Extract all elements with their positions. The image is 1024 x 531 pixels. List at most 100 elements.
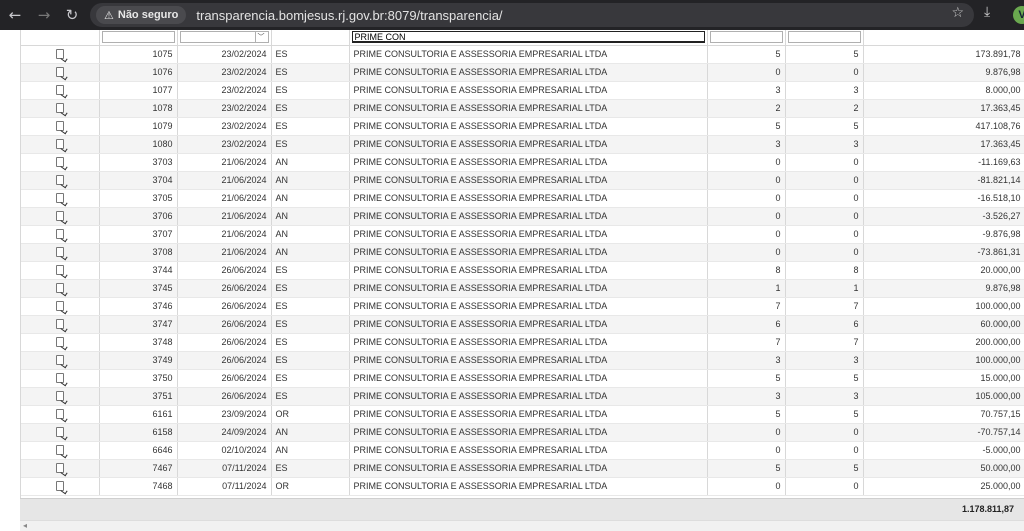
table-row[interactable]: 3746 26/06/2024 ES PRIME CONSULTORIA E ASSE…: [21, 297, 1024, 316]
table-row[interactable]: 3703 21/06/2024 AN PRIME CONSULTORIA E ASSE…: [21, 153, 1024, 172]
table-row[interactable]: 3705 21/06/2024 AN PRIME CONSULTORIA E ASSE…: [21, 189, 1024, 208]
bookmark-star-icon[interactable]: ☆: [951, 5, 964, 21]
document-edit-icon[interactable]: [55, 85, 64, 96]
table-row[interactable]: 1076 23/02/2024 ES PRIME CONSULTORIA E ASSE…: [21, 63, 1024, 82]
table-row[interactable]: 3744 26/06/2024 ES PRIME CONSULTORIA E ASSE…: [21, 261, 1024, 280]
table-row[interactable]: 1078 23/02/2024 ES PRIME CONSULTORIA E ASSE…: [21, 99, 1024, 118]
table-row[interactable]: 3748 26/06/2024 ES PRIME CONSULTORIA E ASSE…: [21, 333, 1024, 352]
table-row[interactable]: 3707 21/06/2024 AN PRIME CONSULTORIA E ASSE…: [21, 225, 1024, 244]
row-name: PRIME CONSULTORIA E ASSESSORIA EMPRESARI…: [349, 153, 708, 172]
document-edit-icon[interactable]: [55, 337, 64, 348]
document-edit-icon[interactable]: [55, 283, 64, 294]
row-id: 3747: [99, 315, 178, 334]
url-text[interactable]: transparencia.bomjesus.rj.gov.br:8079/tr…: [196, 8, 502, 23]
address-bar[interactable]: ⚠ Não seguro transparencia.bomjesus.rj.g…: [90, 3, 974, 27]
filter-id-input[interactable]: [101, 31, 175, 44]
document-edit-icon[interactable]: [55, 481, 64, 492]
row-id: 3751: [99, 387, 178, 406]
table-row[interactable]: 3749 26/06/2024 ES PRIME CONSULTORIA E ASSE…: [21, 351, 1024, 370]
row-b: 0: [785, 477, 864, 496]
table-row[interactable]: 1079 23/02/2024 ES PRIME CONSULTORIA E ASSE…: [21, 117, 1024, 136]
filter-a-input[interactable]: [709, 31, 783, 44]
row-a: 7: [707, 297, 786, 316]
table-row[interactable]: 3706 21/06/2024 AN PRIME CONSULTORIA E ASSE…: [21, 207, 1024, 226]
security-indicator[interactable]: ⚠ Não seguro: [96, 6, 187, 24]
row-date: 07/11/2024: [177, 477, 272, 496]
table-row[interactable]: 6158 24/09/2024 AN PRIME CONSULTORIA E ASSE…: [21, 423, 1024, 442]
document-edit-icon[interactable]: [55, 157, 64, 168]
table-row[interactable]: 3750 26/06/2024 ES PRIME CONSULTORIA E ASSE…: [21, 369, 1024, 388]
table-row[interactable]: 3704 21/06/2024 AN PRIME CONSULTORIA E ASSE…: [21, 171, 1024, 190]
table-row[interactable]: 1075 23/02/2024 ES PRIME CONSULTORIA E ASSE…: [21, 45, 1024, 64]
document-edit-icon[interactable]: [55, 355, 64, 366]
row-value: -11.169,63: [863, 153, 1024, 172]
row-date: 23/02/2024: [177, 99, 272, 118]
filter-cell-id: [99, 30, 178, 46]
table-row[interactable]: 3747 26/06/2024 ES PRIME CONSULTORIA E ASSE…: [21, 315, 1024, 334]
document-edit-icon[interactable]: [55, 211, 64, 222]
document-edit-icon[interactable]: [55, 445, 64, 456]
table-row[interactable]: 6646 02/10/2024 AN PRIME CONSULTORIA E ASSE…: [21, 441, 1024, 460]
table-row[interactable]: 7467 07/11/2024 ES PRIME CONSULTORIA E ASSE…: [21, 459, 1024, 478]
row-a: 3: [707, 387, 786, 406]
row-value: -16.518,10: [863, 189, 1024, 208]
table-row[interactable]: 3751 26/06/2024 ES PRIME CONSULTORIA E ASSE…: [21, 387, 1024, 406]
table-row[interactable]: 6161 23/09/2024 OR PRIME CONSULTORIA E ASSE…: [21, 405, 1024, 424]
filter-b-input[interactable]: [787, 31, 861, 44]
row-b: 6: [785, 315, 864, 334]
row-type: AN: [271, 243, 350, 262]
table-row[interactable]: 3745 26/06/2024 ES PRIME CONSULTORIA E ASSE…: [21, 279, 1024, 298]
row-b: 3: [785, 351, 864, 370]
document-edit-icon[interactable]: [55, 139, 64, 150]
document-edit-icon[interactable]: [55, 373, 64, 384]
back-arrow-icon[interactable]: ←: [4, 4, 26, 26]
horizontal-scrollbar[interactable]: ◂: [20, 520, 1024, 531]
filter-date-select[interactable]: ﹀: [179, 31, 269, 44]
table-row[interactable]: 7468 07/11/2024 OR PRIME CONSULTORIA E ASSE…: [21, 477, 1024, 496]
filter-cell-icon: [21, 30, 100, 46]
row-b: 0: [785, 153, 864, 172]
document-edit-icon[interactable]: [55, 265, 64, 276]
row-type: OR: [271, 477, 350, 496]
document-edit-icon[interactable]: [55, 121, 64, 132]
document-edit-icon[interactable]: [55, 301, 64, 312]
row-type: AN: [271, 441, 350, 460]
row-date: 26/06/2024: [177, 351, 272, 370]
row-b: 0: [785, 423, 864, 442]
document-edit-icon[interactable]: [55, 391, 64, 402]
row-a: 3: [707, 135, 786, 154]
download-icon[interactable]: ⤓: [984, 4, 990, 20]
document-edit-icon[interactable]: [55, 409, 64, 420]
row-a: 0: [707, 477, 786, 496]
row-a: 0: [707, 423, 786, 442]
table-row[interactable]: 1077 23/02/2024 ES PRIME CONSULTORIA E ASSE…: [21, 81, 1024, 100]
document-edit-icon[interactable]: [55, 103, 64, 114]
document-edit-icon[interactable]: [55, 49, 64, 60]
document-edit-icon[interactable]: [55, 67, 64, 78]
row-name: PRIME CONSULTORIA E ASSESSORIA EMPRESARI…: [349, 117, 708, 136]
row-b: 0: [785, 171, 864, 190]
table-row[interactable]: 1080 23/02/2024 ES PRIME CONSULTORIA E ASSE…: [21, 135, 1024, 154]
document-edit-icon[interactable]: [55, 229, 64, 240]
document-edit-icon[interactable]: [55, 247, 64, 258]
table-row[interactable]: 3708 21/06/2024 AN PRIME CONSULTORIA E ASSE…: [21, 243, 1024, 262]
scroll-left-icon[interactable]: ◂: [23, 521, 27, 530]
document-edit-icon[interactable]: [55, 193, 64, 204]
row-b: 8: [785, 261, 864, 280]
filter-name-input[interactable]: PRIME CON: [351, 31, 705, 44]
reload-icon[interactable]: ↻: [61, 4, 83, 26]
row-id: 3744: [99, 261, 178, 280]
chevron-down-icon[interactable]: ﹀: [254, 32, 267, 43]
profile-avatar[interactable]: V: [1013, 6, 1024, 24]
row-id: 6161: [99, 405, 178, 424]
document-edit-icon[interactable]: [55, 175, 64, 186]
document-edit-icon[interactable]: [55, 319, 64, 330]
row-name: PRIME CONSULTORIA E ASSESSORIA EMPRESARI…: [349, 441, 708, 460]
row-id: 3704: [99, 171, 178, 190]
row-name: PRIME CONSULTORIA E ASSESSORIA EMPRESARI…: [349, 171, 708, 190]
forward-arrow-icon[interactable]: →: [33, 4, 55, 26]
document-edit-icon[interactable]: [55, 463, 64, 474]
row-b: 3: [785, 135, 864, 154]
row-icon-cell: [21, 441, 100, 460]
document-edit-icon[interactable]: [55, 427, 64, 438]
